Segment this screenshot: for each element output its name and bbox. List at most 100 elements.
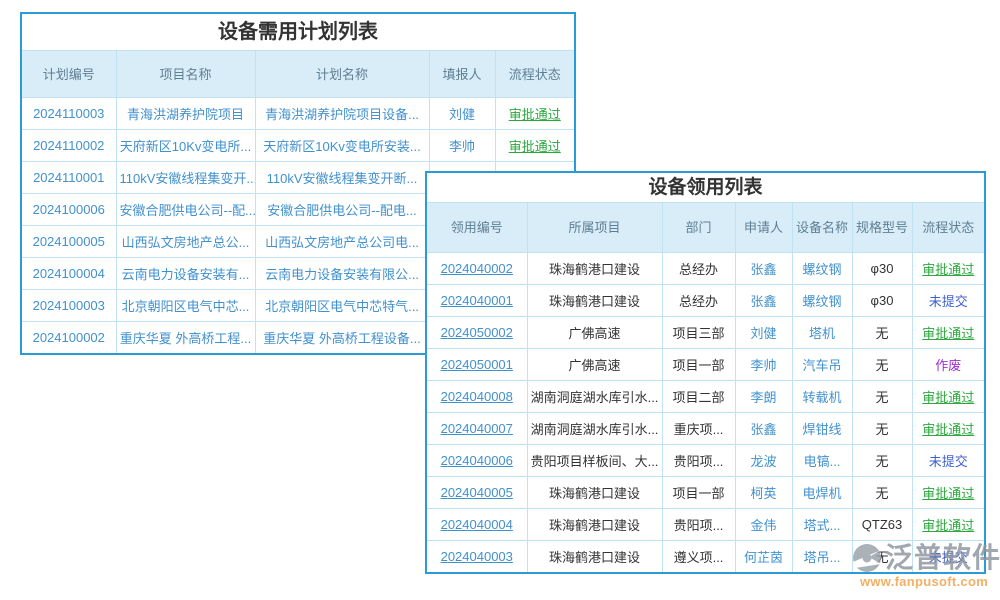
req-spec-cell: 无 [852,476,912,508]
req-id-cell[interactable]: 2024050001 [427,348,527,380]
req-project-cell: 广佛高速 [527,348,662,380]
plan-id-cell[interactable]: 2024100006 [22,193,116,225]
plan-plan-cell[interactable]: 安徽合肥供电公司--配电... [255,193,429,225]
req-dept-cell: 项目一部 [662,476,735,508]
req-project-cell: 广佛高速 [527,316,662,348]
req-status-cell: 审批通过 [912,380,984,412]
plan-project-cell[interactable]: 云南电力设备安装有... [116,257,255,289]
req-id-cell[interactable]: 2024040004 [427,508,527,540]
req-applicant-cell[interactable]: 张鑫 [735,252,792,284]
req-applicant-cell[interactable]: 何芷茵 [735,540,792,572]
req-device-cell[interactable]: 塔机 [792,316,852,348]
column-header: 计划名称 [255,51,429,97]
column-header: 项目名称 [116,51,255,97]
req-status-cell: 审批通过 [912,412,984,444]
req-applicant-cell[interactable]: 刘健 [735,316,792,348]
req-table-row: 2024040005珠海鹤港口建设项目一部柯英电焊机无审批通过 [427,476,984,508]
plan-project-cell[interactable]: 天府新区10Kv变电所... [116,129,255,161]
plan-id-cell[interactable]: 2024100002 [22,321,116,353]
req-device-cell[interactable]: 螺纹钢 [792,252,852,284]
req-table-row: 2024050002广佛高速项目三部刘健塔机无审批通过 [427,316,984,348]
req-spec-cell: 无 [852,316,912,348]
req-dept-cell: 项目一部 [662,348,735,380]
req-project-cell: 珠海鹤港口建设 [527,540,662,572]
req-project-cell: 湖南洞庭湖水库引水... [527,412,662,444]
plan-id-cell[interactable]: 2024110002 [22,129,116,161]
column-header: 所属项目 [527,203,662,252]
plan-project-cell[interactable]: 山西弘文房地产总公... [116,225,255,257]
fanpu-logo-icon [851,542,883,574]
plan-id-cell[interactable]: 2024110001 [22,161,116,193]
req-spec-cell: 无 [852,444,912,476]
plan-plan-cell[interactable]: 山西弘文房地产总公司电... [255,225,429,257]
req-device-cell[interactable]: 电焊机 [792,476,852,508]
req-device-cell[interactable]: 电镐... [792,444,852,476]
req-id-cell[interactable]: 2024040007 [427,412,527,444]
req-device-cell[interactable]: 转载机 [792,380,852,412]
req-table-row: 2024050001广佛高速项目一部李帅汽车吊无作废 [427,348,984,380]
plan-id-cell[interactable]: 2024100003 [22,289,116,321]
req-status-cell: 审批通过 [912,316,984,348]
req-applicant-cell[interactable]: 张鑫 [735,412,792,444]
req-table-row: 2024040008湖南洞庭湖水库引水...项目二部李朗转载机无审批通过 [427,380,984,412]
req-device-cell[interactable]: 焊钳线 [792,412,852,444]
plan-plan-cell[interactable]: 110kV安徽线程集变开断... [255,161,429,193]
req-dept-cell: 贵阳项... [662,508,735,540]
plan-plan-cell[interactable]: 北京朝阳区电气中芯特气... [255,289,429,321]
column-header: 计划编号 [22,51,116,97]
plan-project-cell[interactable]: 重庆华夏 外高桥工程... [116,321,255,353]
plan-plan-cell[interactable]: 天府新区10Kv变电所安装... [255,129,429,161]
req-project-cell: 珠海鹤港口建设 [527,284,662,316]
req-device-cell[interactable]: 螺纹钢 [792,284,852,316]
plan-table-header-row: 计划编号项目名称计划名称填报人流程状态 [22,51,574,97]
req-id-cell[interactable]: 2024040008 [427,380,527,412]
plan-project-cell[interactable]: 北京朝阳区电气中芯... [116,289,255,321]
plan-id-cell[interactable]: 2024110003 [22,97,116,129]
plan-id-cell[interactable]: 2024100004 [22,257,116,289]
req-id-cell[interactable]: 2024040003 [427,540,527,572]
plan-status-cell: 审批通过 [495,97,574,129]
plan-table-title: 设备需用计划列表 [22,14,574,51]
req-applicant-cell[interactable]: 李帅 [735,348,792,380]
plan-project-cell[interactable]: 110kV安徽线程集变开... [116,161,255,193]
req-project-cell: 珠海鹤港口建设 [527,476,662,508]
req-applicant-cell[interactable]: 龙波 [735,444,792,476]
plan-project-cell[interactable]: 安徽合肥供电公司--配... [116,193,255,225]
req-id-cell[interactable]: 2024040002 [427,252,527,284]
req-id-cell[interactable]: 2024040006 [427,444,527,476]
req-device-cell[interactable]: 塔式... [792,508,852,540]
plan-reporter-cell[interactable]: 刘健 [429,97,495,129]
req-id-cell[interactable]: 2024050002 [427,316,527,348]
req-applicant-cell[interactable]: 柯英 [735,476,792,508]
column-header: 流程状态 [912,203,984,252]
requisition-table-header-row: 领用编号所属项目部门申请人设备名称规格型号流程状态 [427,203,984,252]
requisition-table: 领用编号所属项目部门申请人设备名称规格型号流程状态 2024040002珠海鹤港… [427,203,984,572]
plan-id-cell[interactable]: 2024100005 [22,225,116,257]
req-id-cell[interactable]: 2024040005 [427,476,527,508]
req-device-cell[interactable]: 汽车吊 [792,348,852,380]
req-spec-cell: φ30 [852,284,912,316]
plan-reporter-cell[interactable]: 李帅 [429,129,495,161]
req-table-row: 2024040006贵阳项目样板间、大...贵阳项...龙波电镐...无未提交 [427,444,984,476]
plan-table-row: 2024110003青海洪湖养护院项目青海洪湖养护院项目设备...刘健审批通过 [22,97,574,129]
req-dept-cell: 项目三部 [662,316,735,348]
req-status-cell: 审批通过 [912,508,984,540]
plan-plan-cell[interactable]: 青海洪湖养护院项目设备... [255,97,429,129]
req-device-cell[interactable]: 塔吊... [792,540,852,572]
req-spec-cell: φ30 [852,252,912,284]
req-dept-cell: 遵义项... [662,540,735,572]
plan-project-cell[interactable]: 青海洪湖养护院项目 [116,97,255,129]
req-id-cell[interactable]: 2024040001 [427,284,527,316]
column-header: 部门 [662,203,735,252]
req-applicant-cell[interactable]: 张鑫 [735,284,792,316]
column-header: 填报人 [429,51,495,97]
req-spec-cell: 无 [852,412,912,444]
req-status-cell: 未提交 [912,284,984,316]
plan-plan-cell[interactable]: 云南电力设备安装有限公... [255,257,429,289]
req-status-cell: 未提交 [912,444,984,476]
req-applicant-cell[interactable]: 金伟 [735,508,792,540]
plan-table-row: 2024110002天府新区10Kv变电所...天府新区10Kv变电所安装...… [22,129,574,161]
column-header: 设备名称 [792,203,852,252]
plan-plan-cell[interactable]: 重庆华夏 外高桥工程设备... [255,321,429,353]
req-applicant-cell[interactable]: 李朗 [735,380,792,412]
